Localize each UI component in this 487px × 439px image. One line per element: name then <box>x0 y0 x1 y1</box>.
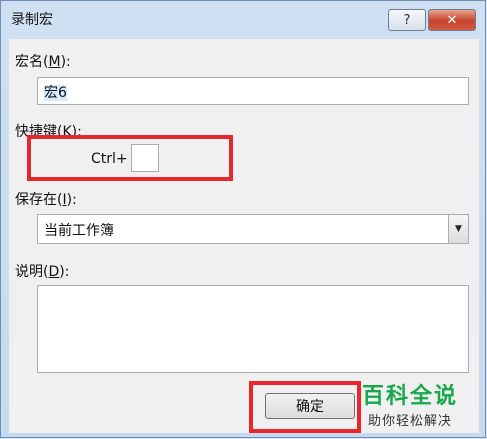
macro-name-value: 宏6 <box>44 85 67 101</box>
ctrl-modifier-label: Ctrl+ <box>91 151 128 167</box>
macro-name-label: 宏名(M): <box>15 54 71 70</box>
close-button[interactable]: ✕ <box>428 9 476 31</box>
watermark-subtitle: 助你轻松解决 <box>368 414 453 429</box>
record-macro-dialog: 录制宏 ? ✕ 宏名(M): 宏6 快捷键(K): Ctrl+ 保存在(I): … <box>0 0 486 438</box>
description-label: 说明(D): <box>15 264 70 280</box>
close-icon: ✕ <box>446 12 458 28</box>
watermark: 百科全说 助你轻松解决 <box>362 378 484 436</box>
shortcut-key-input[interactable] <box>131 144 159 172</box>
dialog-body: 宏名(M): 宏6 快捷键(K): Ctrl+ 保存在(I): 当前工作簿 ▼ … <box>9 39 479 433</box>
dialog-title: 录制宏 <box>11 12 53 28</box>
store-in-selected-value: 当前工作簿 <box>44 223 114 239</box>
macro-name-input[interactable]: 宏6 <box>37 77 469 105</box>
store-in-label: 保存在(I): <box>15 192 77 208</box>
shortcut-highlight-box <box>27 135 233 181</box>
description-textarea[interactable] <box>37 285 469 373</box>
ok-button[interactable]: 确定 <box>265 393 355 419</box>
dropdown-arrow-icon[interactable]: ▼ <box>448 215 468 243</box>
watermark-logo: 百科全说 <box>362 384 459 409</box>
help-button[interactable]: ? <box>388 9 426 31</box>
store-in-select[interactable]: 当前工作簿 ▼ <box>37 214 469 244</box>
title-bar[interactable]: 录制宏 ? ✕ <box>1 1 485 37</box>
help-icon: ? <box>403 12 411 28</box>
